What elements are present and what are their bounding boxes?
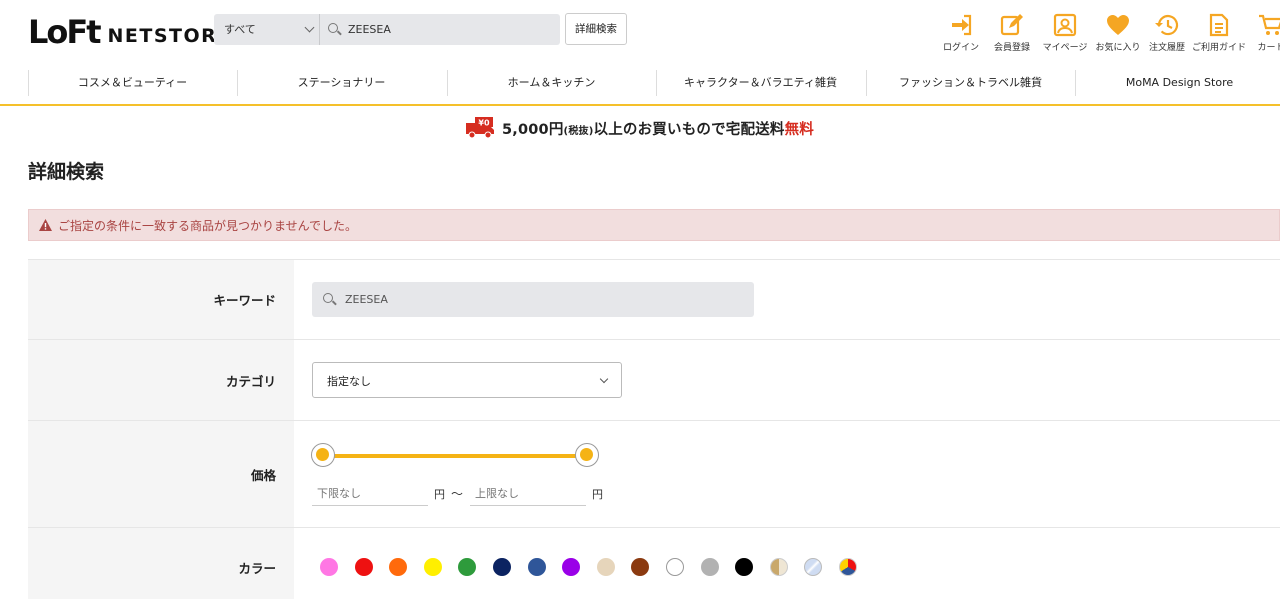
search-icon — [328, 22, 342, 37]
warning-icon — [39, 219, 52, 231]
mypage-icon — [1041, 12, 1089, 38]
history-icon — [1147, 12, 1187, 38]
banner-amount: 5,000円 — [501, 121, 564, 138]
order-history-label: 注文履歴 — [1148, 43, 1185, 53]
price-label: 価格 — [28, 421, 294, 527]
color-swatch-orange[interactable] — [389, 558, 408, 576]
register-label: 会員登録 — [993, 43, 1030, 53]
keyword-row: キーワード — [28, 259, 1280, 339]
color-swatch-blue[interactable] — [527, 558, 546, 576]
register-icon — [991, 12, 1033, 38]
color-swatch-navy[interactable] — [493, 558, 511, 576]
cart-link[interactable]: カート — [1251, 12, 1280, 53]
nav-item-moma[interactable]: MoMA Design Store — [1075, 70, 1280, 96]
price-slider-min-handle[interactable] — [311, 443, 335, 467]
login-icon — [940, 12, 982, 38]
truck-label: ¥0 — [478, 119, 490, 128]
favorites-label: お気に入り — [1095, 43, 1141, 53]
register-link[interactable]: 会員登録 — [991, 12, 1033, 53]
chevron-down-icon — [304, 22, 315, 33]
banner-tax: (税抜) — [563, 125, 594, 137]
logo-mark: LoFt — [28, 13, 102, 51]
header-icon-menu: ログイン 会員登録 マイページ お気に入り 注文履歴 ご利用ガイド カート — [940, 12, 1280, 56]
guide-icon — [1191, 12, 1247, 38]
alert-message: ご指定の条件に一致する商品が見つかりませんでした。 — [58, 218, 358, 233]
login-label: ログイン — [942, 43, 979, 53]
color-swatch-brown[interactable] — [631, 558, 650, 576]
mypage-link[interactable]: マイページ — [1041, 12, 1089, 53]
site-header: LoFt NETSTORE すべて 詳細検索 ログイン 会員登録 マイ — [0, 0, 1280, 64]
advanced-search-form: キーワード カテゴリ 指定なし 価格 円 〜 円 — [28, 259, 1280, 599]
banner-text: 5,000円(税抜)以上のお買いもので宅配送料無料 — [502, 118, 814, 139]
yen-unit: 円 — [592, 488, 603, 501]
header-search: すべて — [214, 14, 560, 45]
color-label: カラー — [28, 528, 294, 599]
color-swatch-list — [294, 528, 1280, 599]
color-row: カラー — [28, 527, 1280, 599]
search-category-value: すべて — [224, 23, 256, 36]
category-nav: コスメ＆ビューティー ステーショナリー ホーム＆キッチン キャラクター＆バラエテ… — [0, 64, 1280, 106]
color-swatch-white[interactable] — [666, 558, 684, 576]
color-swatch-beige[interactable] — [596, 558, 615, 576]
category-label: カテゴリ — [28, 340, 294, 420]
price-row: 価格 円 〜 円 — [28, 420, 1280, 527]
loft-logo[interactable]: LoFt NETSTORE — [28, 12, 232, 48]
nav-item-home-kitchen[interactable]: ホーム＆キッチン — [447, 70, 656, 96]
price-slider-track[interactable] — [322, 454, 590, 458]
color-swatch-black[interactable] — [735, 558, 754, 576]
mypage-label: マイページ — [1042, 43, 1088, 53]
keyword-field-cell — [294, 260, 1280, 339]
color-swatch-silver[interactable] — [804, 558, 823, 576]
search-category-select[interactable]: すべて — [214, 14, 320, 45]
page-title: 詳細検索 — [28, 161, 105, 183]
color-swatch-gold[interactable] — [769, 558, 788, 576]
login-link[interactable]: ログイン — [940, 12, 982, 53]
category-select-value: 指定なし — [327, 375, 371, 388]
banner-middle: 以上のお買いもので宅配送料 — [593, 121, 785, 138]
range-tilde: 〜 — [451, 487, 464, 501]
nav-item-cosme[interactable]: コスメ＆ビューティー — [28, 70, 237, 96]
yen-unit: 円 — [434, 488, 445, 501]
nav-item-stationery[interactable]: ステーショナリー — [237, 70, 446, 96]
color-swatch-gray[interactable] — [700, 558, 719, 576]
nav-item-character[interactable]: キャラクター＆バラエティ雑貨 — [656, 70, 865, 96]
color-swatch-yellow[interactable] — [423, 558, 442, 576]
category-field-cell: 指定なし — [294, 340, 1280, 420]
color-swatch-purple[interactable] — [562, 558, 581, 576]
header-search-input[interactable] — [348, 14, 548, 45]
color-swatch-pink[interactable] — [320, 558, 338, 576]
cart-label: カート — [1257, 43, 1280, 53]
price-slider-max-handle[interactable] — [575, 443, 599, 467]
free-shipping-banner[interactable]: ¥0 5,000円(税抜)以上のお買いもので宅配送料無料 — [0, 116, 1280, 140]
color-swatch-multi[interactable] — [839, 558, 857, 576]
truck-icon: ¥0 — [465, 117, 494, 139]
no-results-alert: ご指定の条件に一致する商品が見つかりませんでした。 — [28, 209, 1280, 241]
guide-label: ご利用ガイド — [1191, 43, 1246, 53]
order-history-link[interactable]: 注文履歴 — [1147, 12, 1187, 53]
banner-free: 無料 — [784, 121, 815, 138]
favorites-link[interactable]: お気に入り — [1095, 12, 1141, 53]
chevron-down-icon — [599, 374, 609, 384]
category-select[interactable]: 指定なし — [312, 362, 622, 398]
price-field-cell: 円 〜 円 — [294, 421, 1280, 527]
nav-item-fashion[interactable]: ファッション＆トラベル雑貨 — [866, 70, 1075, 96]
keyword-label: キーワード — [28, 260, 294, 339]
heart-icon — [1095, 12, 1141, 38]
advanced-search-button[interactable]: 詳細検索 — [565, 13, 627, 45]
price-max-input[interactable] — [470, 482, 586, 506]
guide-link[interactable]: ご利用ガイド — [1191, 12, 1247, 53]
search-icon — [323, 292, 337, 307]
color-swatch-green[interactable] — [458, 558, 477, 576]
category-row: カテゴリ 指定なし — [28, 339, 1280, 420]
keyword-input[interactable] — [345, 282, 725, 317]
price-min-input[interactable] — [312, 482, 428, 506]
cart-icon — [1251, 12, 1280, 38]
keyword-box — [312, 282, 754, 317]
color-swatch-red[interactable] — [354, 558, 373, 576]
